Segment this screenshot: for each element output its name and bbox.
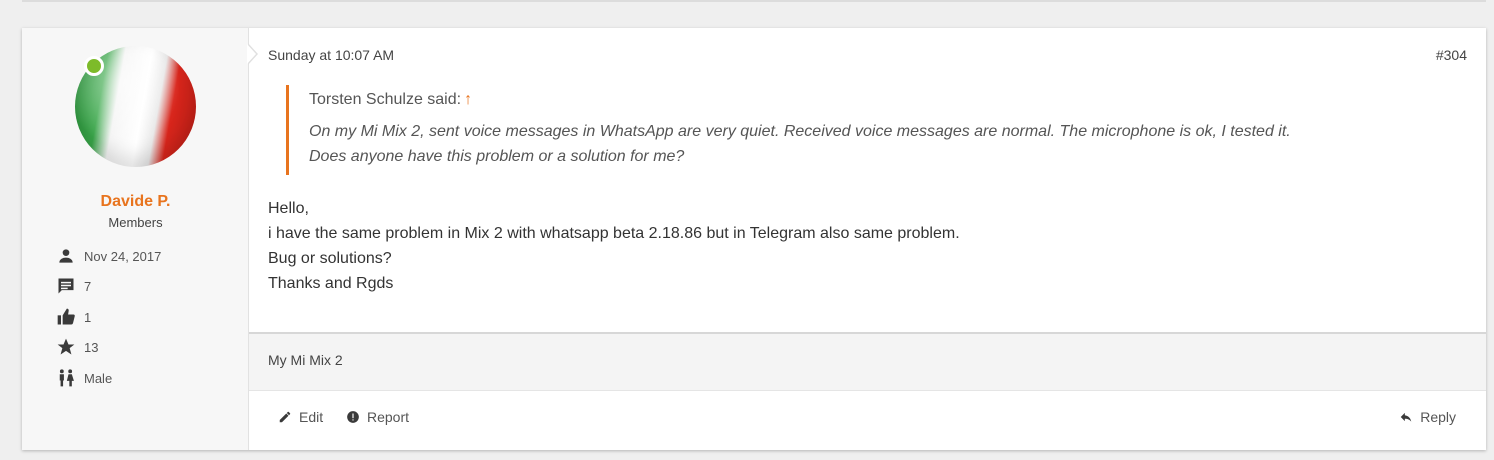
quote-body: On my Mi Mix 2, sent voice messages in W…	[309, 119, 1429, 175]
message-line: Hello,	[268, 200, 309, 217]
reply-label: Reply	[1420, 409, 1456, 425]
report-label: Report	[367, 409, 410, 425]
online-indicator	[84, 56, 104, 76]
stat-messages: 7	[55, 276, 91, 296]
post-main: Sunday at 10:07 AM #304 Torsten Schulze …	[247, 28, 1486, 451]
stat-points: 13	[55, 337, 98, 357]
quote-author[interactable]: Torsten Schulze said:	[309, 91, 461, 108]
comment-icon	[55, 276, 77, 296]
stat-messages-value: 7	[84, 278, 92, 294]
signature: My Mi Mix 2	[249, 332, 1486, 390]
arrow-up-icon[interactable]: ↑	[464, 91, 472, 108]
alert-circle-icon	[347, 411, 359, 423]
stat-gender: Male	[55, 368, 112, 388]
report-button[interactable]: Report	[346, 409, 409, 425]
user-title: Members	[108, 215, 163, 230]
post-number[interactable]: #304	[1436, 47, 1467, 63]
stat-likes-value: 1	[84, 309, 92, 325]
user-panel: Davide P. Members Nov 24, 2017 7 1 13 Ma…	[22, 28, 249, 450]
username-link[interactable]: Davide P.	[22, 193, 249, 211]
quote-line: On my Mi Mix 2, sent voice messages in W…	[309, 123, 1291, 140]
quote-line: Does anyone have this problem or a solut…	[309, 148, 685, 165]
reply-button[interactable]: Reply	[1399, 409, 1456, 425]
stat-likes: 1	[55, 307, 91, 327]
gender-icon	[55, 368, 77, 388]
stat-joined: Nov 24, 2017	[55, 246, 161, 266]
reply-icon	[1400, 412, 1412, 422]
post-actions: Edit Report Reply	[249, 390, 1486, 451]
post-arrow	[247, 43, 258, 65]
forum-post: Davide P. Members Nov 24, 2017 7 1 13 Ma…	[22, 28, 1486, 450]
post-timestamp[interactable]: Sunday at 10:07 AM	[268, 47, 394, 63]
signature-text: My Mi Mix 2	[268, 352, 343, 368]
stat-points-value: 13	[84, 339, 99, 355]
edit-button[interactable]: Edit	[278, 409, 323, 425]
top-divider	[22, 0, 1486, 2]
message-line: Bug or solutions?	[268, 250, 392, 267]
pencil-icon	[279, 411, 291, 423]
edit-label: Edit	[299, 409, 324, 425]
message-line: Thanks and Rgds	[268, 275, 394, 292]
message-body: Hello, i have the same problem in Mix 2 …	[268, 196, 960, 296]
thumbs-up-icon	[55, 307, 77, 327]
stat-joined-value: Nov 24, 2017	[84, 248, 162, 264]
stat-gender-value: Male	[84, 370, 113, 386]
quote-block: Torsten Schulze said: ↑ On my Mi Mix 2, s…	[286, 85, 1429, 175]
message-line: i have the same problem in Mix 2 with wh…	[268, 225, 960, 242]
quote-header: Torsten Schulze said: ↑	[309, 91, 1429, 115]
person-icon	[55, 246, 77, 266]
star-icon	[55, 337, 77, 357]
